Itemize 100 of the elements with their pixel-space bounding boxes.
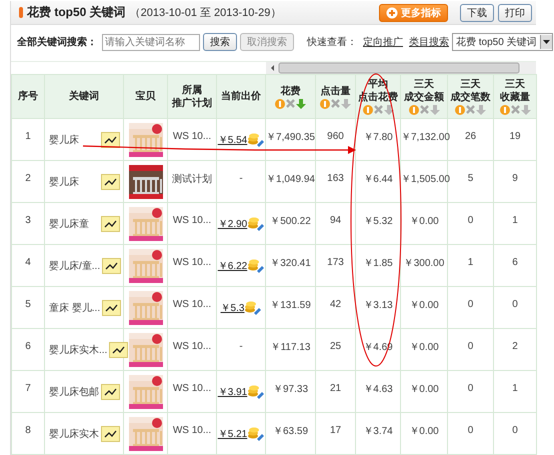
cost-value: ￥97.33	[272, 382, 308, 396]
quick-view-label: 快速查看：	[307, 36, 357, 49]
order-count: 0	[468, 215, 474, 226]
close-icon[interactable]	[466, 105, 475, 114]
avg-click-cost: ￥7.80	[363, 130, 393, 144]
bid-link[interactable]: ￥5.3	[220, 300, 244, 314]
order-count: 0	[468, 341, 474, 352]
cost-value: ￥63.59	[272, 424, 308, 438]
cost-value: ￥131.59	[270, 298, 311, 312]
help-icon[interactable]	[320, 98, 330, 108]
close-icon[interactable]	[510, 105, 520, 114]
keyword[interactable]: 婴儿床	[49, 174, 79, 188]
coins-edit-icon[interactable]	[247, 258, 264, 273]
trend-chart-icon[interactable]	[109, 342, 128, 358]
help-icon[interactable]	[408, 105, 418, 115]
favorite-count: 2	[512, 341, 518, 352]
click-count: 173	[327, 257, 344, 268]
campaign-name: WS 10...	[172, 215, 212, 226]
trend-chart-icon[interactable]	[102, 300, 122, 316]
column-header: 三天 成交笔数	[450, 78, 490, 104]
quick-link[interactable]: 类目搜索	[409, 35, 449, 49]
keyword[interactable]: 婴儿床童	[49, 216, 89, 230]
order-count: 0	[468, 383, 474, 394]
order-count: 1	[468, 257, 474, 268]
trend-chart-icon[interactable]	[101, 426, 120, 442]
sales-amount: ￥0.00	[409, 340, 439, 354]
sales-amount: ￥0.00	[409, 298, 439, 312]
row-number: 1	[25, 131, 31, 142]
row-number: 7	[25, 383, 31, 394]
column-header: 所属 推广计划	[172, 84, 212, 110]
favorite-count: 6	[512, 257, 518, 268]
help-icon[interactable]	[455, 105, 465, 115]
order-count: 0	[468, 299, 474, 310]
coins-edit-icon[interactable]	[247, 426, 264, 441]
avg-click-cost: ￥1.85	[363, 256, 393, 270]
sales-amount: ￥0.00	[409, 382, 439, 396]
coins-edit-icon[interactable]	[247, 384, 264, 399]
favorite-count: 9	[512, 173, 518, 184]
date-range: （2013-10-01 至 2013-10-29）	[130, 6, 282, 20]
click-count: 960	[327, 131, 344, 142]
help-icon[interactable]	[275, 98, 285, 108]
horizontal-scrollbar[interactable]	[266, 62, 536, 74]
click-count: 21	[330, 383, 342, 394]
close-icon[interactable]	[286, 98, 295, 108]
trend-chart-icon[interactable]	[101, 384, 120, 400]
plus-icon	[386, 6, 398, 18]
favorite-count: 0	[512, 299, 518, 310]
toolbar-button[interactable]: 下载	[460, 4, 494, 22]
campaign-name: WS 10...	[172, 257, 212, 268]
campaign-name: WS 10...	[172, 341, 212, 352]
campaign-name: WS 10...	[172, 299, 212, 310]
campaign-name: WS 10...	[172, 383, 212, 394]
click-count: 163	[327, 173, 344, 184]
search-field[interactable]: 请输入关键词名称	[102, 34, 200, 50]
cost-value: ￥117.13	[270, 340, 310, 354]
column-header: 三天 成交金额	[404, 78, 444, 104]
row-number: 4	[25, 257, 31, 268]
trend-chart-icon[interactable]	[101, 174, 120, 190]
trend-chart-icon[interactable]	[101, 216, 120, 232]
close-icon[interactable]	[420, 105, 428, 114]
search-label: 全部关键词搜索：	[17, 36, 97, 49]
column-header: 当前出价	[221, 90, 261, 103]
click-count: 17	[330, 425, 342, 436]
cost-value: ￥320.41	[270, 256, 311, 270]
favorite-count: 1	[512, 383, 518, 394]
favorite-count: 1	[512, 215, 518, 226]
row-number: 6	[25, 341, 31, 352]
trend-chart-icon[interactable]	[101, 132, 120, 148]
search-button[interactable]: 搜索	[203, 33, 237, 51]
row-number: 8	[25, 425, 31, 436]
close-icon[interactable]	[331, 98, 340, 108]
coins-edit-icon[interactable]	[247, 216, 264, 231]
sales-amount: ￥0.00	[409, 214, 439, 228]
sales-amount: ￥0.00	[409, 424, 439, 438]
keyword[interactable]: 婴儿床	[49, 132, 79, 146]
cost-value: ￥500.22	[270, 214, 311, 228]
help-icon[interactable]	[362, 105, 372, 115]
row-number: 5	[25, 299, 31, 310]
quick-link[interactable]: 定向推广	[363, 35, 403, 49]
trend-chart-icon[interactable]	[102, 258, 122, 274]
avg-click-cost: ￥3.74	[363, 424, 393, 438]
column-header: 三天 收藏量	[500, 78, 530, 104]
ranking-select[interactable]: 花费 top50 关键词	[452, 33, 553, 51]
avg-click-cost: ￥3.13	[363, 298, 393, 312]
dropdown-icon	[542, 40, 550, 44]
column-header: 宝贝	[136, 90, 156, 103]
cost-value: ￥7,490.35	[266, 130, 315, 144]
campaign-name: WS 10...	[172, 131, 212, 142]
sort-arrow-icon[interactable]	[296, 98, 306, 108]
help-icon[interactable]	[500, 105, 510, 115]
avg-click-cost: ￥5.32	[363, 214, 393, 228]
coins-edit-icon[interactable]	[244, 300, 262, 315]
coins-edit-icon[interactable]	[247, 132, 264, 147]
panel-title: 花费 top50 关键词	[27, 4, 126, 21]
close-icon[interactable]	[374, 105, 382, 114]
click-count: 94	[330, 215, 342, 226]
sales-amount: ￥1,505.00	[401, 172, 450, 186]
toolbar-button[interactable]: 打印	[498, 4, 532, 22]
row-number: 2	[25, 173, 31, 184]
sort-arrow-icon[interactable]	[384, 105, 394, 115]
